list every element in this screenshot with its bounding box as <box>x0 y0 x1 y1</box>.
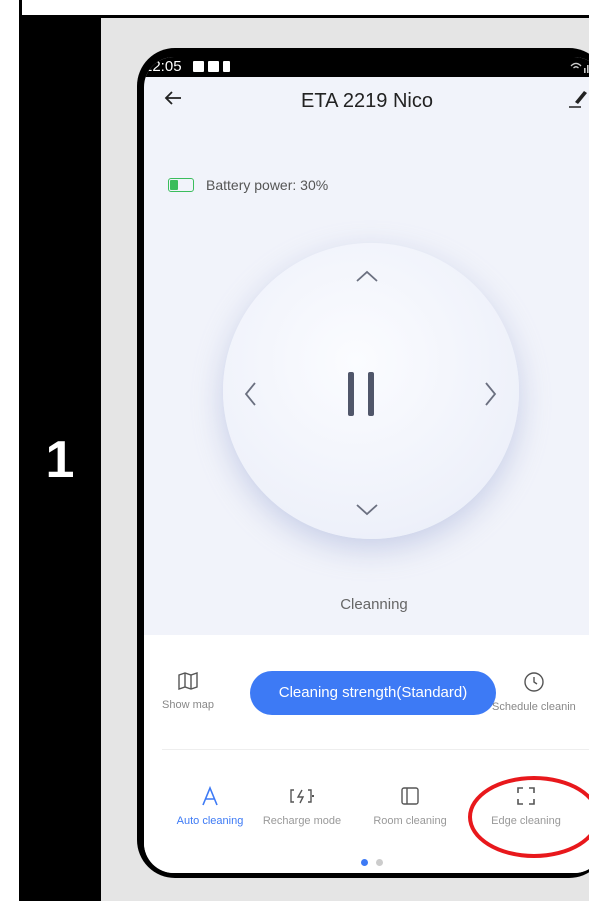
arrow-left-icon[interactable] <box>243 381 257 412</box>
mode-room-cleaning[interactable]: Room cleaning <box>365 785 455 827</box>
room-icon <box>365 785 455 807</box>
phone-screen: 12:05 ETA 2219 Nico Battery power: 30% C… <box>144 57 589 873</box>
schedule-cleaning-button[interactable]: Schedule cleanin <box>492 671 576 713</box>
gallery-notification-icon <box>193 61 204 72</box>
highlight-circle <box>468 776 589 858</box>
page-indicator <box>361 859 383 866</box>
divider <box>162 749 589 750</box>
auto-cleaning-label: Auto cleaning <box>176 815 244 827</box>
battery-status: Battery power: 30% <box>168 177 328 193</box>
room-cleaning-label: Room cleaning <box>373 815 447 827</box>
battery-icon <box>168 178 194 192</box>
show-map-label: Show map <box>162 699 214 711</box>
pause-icon[interactable] <box>348 372 374 416</box>
show-map-button[interactable]: Show map <box>162 671 214 711</box>
cleaning-strength-button[interactable]: Cleaning strength(Standard) <box>250 671 496 715</box>
recharge-label: Recharge mode <box>262 815 342 827</box>
arrow-right-icon[interactable] <box>484 381 498 412</box>
clock-icon <box>492 671 576 693</box>
step-number: 1 <box>45 431 75 489</box>
auto-mode-icon <box>165 785 255 807</box>
mode-auto-cleaning[interactable]: Auto cleaning <box>165 785 255 827</box>
instruction-frame: 1 12:05 ETA 2219 Nico Battery power: 30%… <box>0 0 589 901</box>
page-title: ETA 2219 Nico <box>301 90 433 112</box>
page-dot[interactable] <box>376 859 383 866</box>
page-dot-active[interactable] <box>361 859 368 866</box>
app-header: ETA 2219 Nico <box>144 77 589 127</box>
schedule-label: Schedule cleanin <box>492 701 576 713</box>
status-bar: 12:05 <box>144 57 589 77</box>
cleaning-status: Cleanning <box>340 596 408 613</box>
status-time: 12:05 <box>144 58 182 75</box>
notification-icons <box>193 61 230 72</box>
battery-label: Battery power: 30% <box>206 177 329 193</box>
battery-notification-icon <box>223 61 230 72</box>
map-icon <box>162 671 214 691</box>
edit-icon[interactable] <box>567 87 589 114</box>
arrow-down-icon[interactable] <box>355 503 379 522</box>
app-notification-icon <box>208 61 219 72</box>
arrow-up-icon[interactable] <box>355 269 379 288</box>
recharge-icon <box>257 785 347 807</box>
mode-recharge[interactable]: Recharge mode <box>257 785 347 827</box>
